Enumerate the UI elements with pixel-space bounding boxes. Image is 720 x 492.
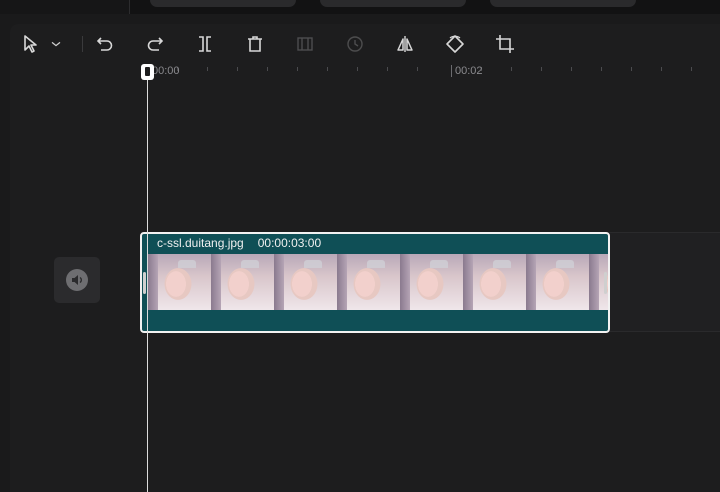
ruler-tick [661, 67, 662, 71]
media-clip[interactable]: c-ssl.duitang.jpg 00:00:03:00 [140, 232, 610, 333]
cursor-arrow-icon [24, 35, 37, 53]
clip-filename: c-ssl.duitang.jpg [157, 236, 244, 250]
trash-icon [248, 36, 262, 52]
clip-duration: 00:00:03:00 [257, 236, 322, 250]
ruler-tick [327, 67, 328, 71]
redo-button[interactable] [144, 33, 166, 55]
playhead-line [147, 72, 148, 492]
delete-button[interactable] [244, 33, 266, 55]
redo-icon [147, 37, 164, 51]
select-dropdown[interactable] [48, 33, 64, 55]
undo-button[interactable] [94, 33, 116, 55]
ruler-label-2s: 00:02 [455, 65, 483, 77]
top-tab-3[interactable] [490, 0, 636, 7]
track-mute-button[interactable] [54, 257, 100, 303]
clip-thumbnail [148, 254, 211, 310]
ruler-tick [267, 67, 268, 71]
chevron-down-icon [51, 41, 61, 47]
top-tab-2[interactable] [320, 0, 466, 7]
timeline-toolbar [10, 24, 720, 64]
clip-trim-handle-left[interactable] [143, 272, 146, 294]
crop-button[interactable] [494, 33, 516, 55]
ruler-tick [511, 67, 512, 71]
ruler-tick [691, 67, 692, 71]
ruler-tick [207, 67, 208, 71]
split-button[interactable] [194, 33, 216, 55]
clip-header: c-ssl.duitang.jpg 00:00:03:00 [142, 234, 608, 252]
split-icon [199, 36, 211, 52]
reverse-icon [347, 36, 363, 52]
top-tab-1[interactable] [150, 0, 296, 7]
clip-thumbnail [211, 254, 274, 310]
clip-thumbnail [274, 254, 337, 310]
freeze-frame-icon [297, 37, 313, 51]
timeline-ruler[interactable]: 00:00 00:02 [10, 64, 720, 82]
top-strip [0, 0, 720, 14]
clip-thumbnail [463, 254, 526, 310]
rotate-button[interactable] [444, 33, 466, 55]
clip-thumbnail-strip [148, 254, 608, 310]
ruler-tick-major [451, 65, 452, 77]
playhead-handle[interactable] [141, 64, 154, 80]
top-left-panel [0, 0, 130, 14]
crop-icon [496, 35, 514, 53]
reverse-button[interactable] [344, 33, 366, 55]
ruler-tick [357, 67, 358, 71]
ruler-tick [541, 67, 542, 71]
clip-thumbnail [400, 254, 463, 310]
undo-icon [96, 37, 113, 51]
speaker-icon [66, 269, 88, 291]
ruler-tick [571, 67, 572, 71]
select-tool[interactable] [20, 33, 42, 55]
clip-thumbnail [526, 254, 589, 310]
mirror-icon [397, 36, 413, 52]
ruler-tick [297, 67, 298, 71]
clip-trim-handle-right[interactable] [604, 272, 607, 294]
ruler-label-start: 00:00 [152, 65, 180, 77]
ruler-tick [601, 67, 602, 71]
ruler-tick [417, 67, 418, 71]
mirror-button[interactable] [394, 33, 416, 55]
clip-thumbnail [337, 254, 400, 310]
ruler-tick [237, 67, 238, 71]
ruler-tick [631, 67, 632, 71]
rotate-icon [446, 35, 464, 53]
timeline-panel: 00:00 00:02 c-ssl.duitang.jpg 00:00:03:0… [10, 24, 720, 492]
freeze-frame-button[interactable] [294, 33, 316, 55]
toolbar-separator [82, 36, 83, 52]
ruler-tick [387, 67, 388, 71]
